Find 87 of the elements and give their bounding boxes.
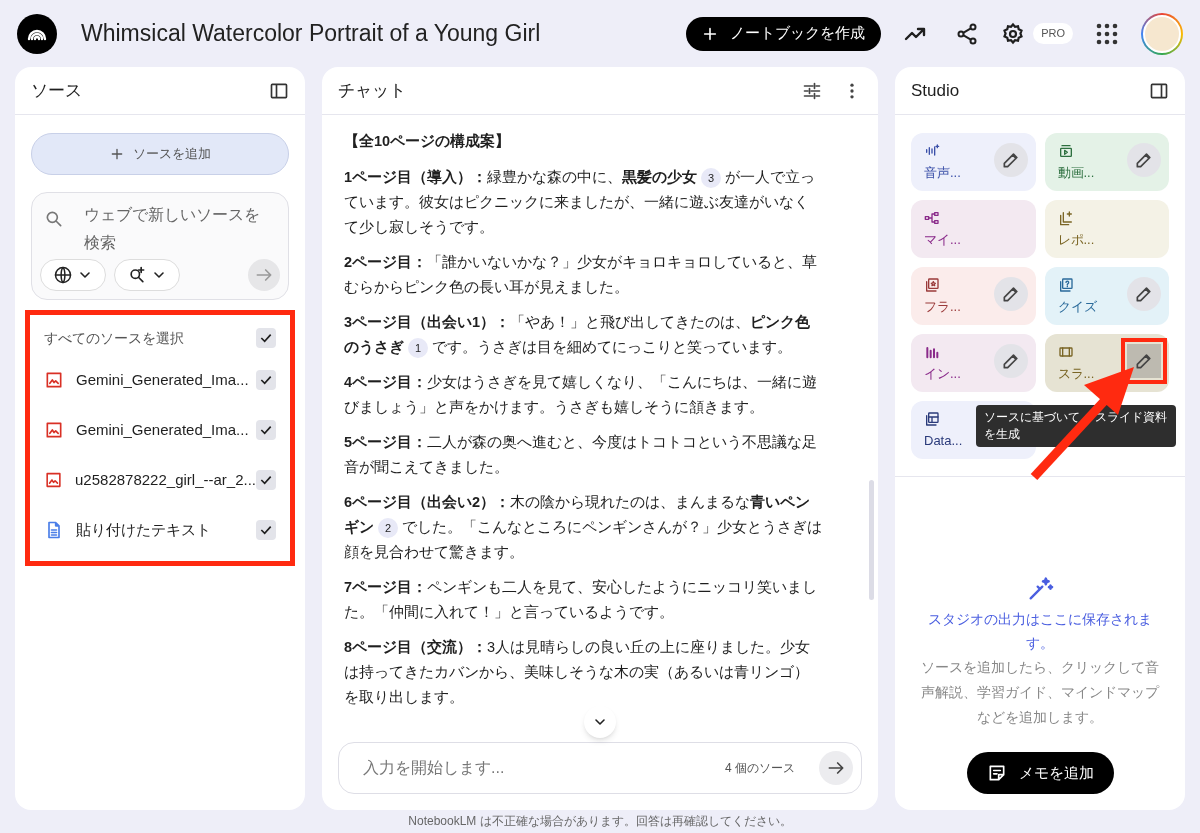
edit-button[interactable] bbox=[1127, 277, 1161, 311]
notebook-title: Whimsical Watercolor Portrait of a Young Girl bbox=[81, 19, 541, 49]
checkbox[interactable] bbox=[256, 370, 276, 390]
tile-label: スラ... bbox=[1057, 365, 1095, 383]
edit-button[interactable] bbox=[993, 143, 1028, 177]
chat-input[interactable]: 入力を開始します... bbox=[363, 756, 725, 780]
panel-title: チャット bbox=[338, 79, 406, 102]
empty-state-text: ソースを追加したら、クリックして音声解説、学習ガイド、マインドマップなどを追加します。 bbox=[920, 658, 1161, 727]
chat-paragraph: 3ページ目（出会い1）：「やあ！」と飛び出してきたのは、ピンク色のうさぎ 1 です。うさぎは目を細めてにっこりと笑っています。 bbox=[344, 310, 822, 360]
tile-label: クイズ bbox=[1057, 298, 1097, 316]
search-placeholder: ウェブで新しいソースを検索 bbox=[83, 205, 261, 253]
table-icon bbox=[924, 411, 940, 427]
source-name[interactable]: Gemini_Generated_Ima... bbox=[76, 368, 249, 392]
scroll-down-button[interactable] bbox=[584, 706, 616, 738]
pencil-icon bbox=[1134, 284, 1154, 304]
waveform-icon bbox=[924, 143, 940, 159]
avatar[interactable] bbox=[1141, 12, 1183, 55]
source-name[interactable]: Gemini_Generated_Ima... bbox=[76, 418, 249, 442]
add-source-button[interactable]: ソースを追加 bbox=[31, 133, 289, 175]
source-count: 4 個のソース bbox=[725, 760, 795, 777]
globe-icon bbox=[53, 265, 73, 285]
studio-tile[interactable]: スラ... bbox=[1044, 334, 1169, 392]
logo-icon[interactable] bbox=[17, 13, 57, 54]
pencil-icon bbox=[1134, 150, 1154, 170]
edit-button[interactable] bbox=[993, 277, 1028, 311]
bar-chart-icon bbox=[924, 344, 940, 360]
studio-tile[interactable]: レポ... bbox=[1044, 200, 1169, 258]
search-icon bbox=[44, 209, 64, 229]
add-note-button[interactable]: メモを追加 bbox=[966, 752, 1114, 794]
tile-label: 音声... bbox=[924, 164, 961, 182]
send-button[interactable] bbox=[819, 751, 853, 785]
apps-icon[interactable] bbox=[1095, 21, 1119, 46]
tile-label: 動画... bbox=[1057, 164, 1095, 182]
chat-paragraph: 5ページ目：二人が森の奥へ進むと、今度はトコトコという不思議な足音が聞こえてきました。 bbox=[344, 433, 819, 477]
disclaimer-text: NotebookLM は不正確な場合があります。回答は再確認してください。 bbox=[407, 813, 793, 830]
chat-paragraph: 4ページ目：少女はうさぎを見て嬉しくなり、「こんにちは、一緒に遊びましょう」と声をかけます。うさぎも嬉しそうに頷きます。 bbox=[344, 373, 819, 417]
slides-icon bbox=[1057, 344, 1074, 360]
tune-icon[interactable] bbox=[802, 80, 822, 101]
checkbox[interactable] bbox=[256, 520, 276, 540]
chat-paragraph: 8ページ目（交流）：3人は見晴らしの良い丘の上に座りました。少女は持ってきたカバンから、美味しそうな木の実（あるいは青リンゴ）を取り出します。 bbox=[344, 638, 812, 707]
tile-label: マイ... bbox=[924, 231, 961, 249]
empty-state-title: スタジオの出力はここに保存されます。 bbox=[927, 610, 1153, 653]
chat-paragraph: 1ページ目（導入）：緑豊かな森の中に、黒髪の少女 3 が一人で立っています。彼女はピクニックに来ましたが、一緒に遊ぶ友達がいなくて少し寂しそうです。 bbox=[344, 167, 817, 237]
pencil-icon bbox=[1134, 351, 1154, 371]
report-icon bbox=[1057, 210, 1074, 226]
pro-badge: PRO bbox=[1033, 23, 1073, 44]
image-icon bbox=[44, 470, 64, 490]
create-notebook-button[interactable]: ノートブックを作成 bbox=[686, 16, 882, 51]
tile-label: レポ... bbox=[1057, 231, 1095, 249]
studio-tile[interactable]: 動画... bbox=[1044, 133, 1169, 191]
checkbox[interactable] bbox=[256, 328, 276, 348]
studio-tile[interactable]: マイ... bbox=[911, 200, 1036, 258]
settings-icon[interactable] bbox=[1001, 21, 1026, 46]
mindmap-icon bbox=[924, 210, 940, 226]
chat-paragraph: 6ページ目（出会い2）：木の陰から現れたのは、まんまるな青いペンギン 2 でした。「こんなところにペンギンさんが？」少女とうさぎは顔を見合わせて驚きます。 bbox=[344, 493, 822, 562]
panel-title: ソース bbox=[31, 79, 82, 102]
chat-paragraph: 2ページ目：「誰かいないかな？」少女がキョロキョロしていると、草むらからピンク色の長い耳が見えました。 bbox=[344, 253, 819, 297]
source-name[interactable]: 貼り付けたテキスト bbox=[76, 518, 211, 542]
edit-button[interactable] bbox=[1127, 143, 1161, 177]
tile-label: イン... bbox=[924, 365, 961, 383]
studio-tile[interactable]: クイズ bbox=[1044, 267, 1169, 325]
sparkle-search-icon bbox=[127, 265, 147, 285]
research-dropdown[interactable] bbox=[114, 259, 180, 291]
chat-paragraph: 7ページ目：ペンギンも二人を見て、安心したようにニッコリ笑いました。「仲間に入れて！」と言っているようです。 bbox=[344, 578, 819, 622]
checkbox[interactable] bbox=[256, 470, 276, 490]
quiz-icon bbox=[1057, 277, 1074, 293]
plus-icon bbox=[702, 25, 719, 42]
select-all-label: すべてのソースを選択 bbox=[44, 328, 184, 348]
flashcard-icon bbox=[924, 277, 940, 293]
source-name[interactable]: u2582878222_girl_--ar_2... bbox=[75, 468, 256, 492]
edit-button[interactable] bbox=[993, 344, 1028, 378]
panel-title: Studio bbox=[911, 79, 960, 102]
web-search-box[interactable]: ウェブで新しいソースを検索 bbox=[31, 192, 289, 300]
web-dropdown[interactable] bbox=[40, 259, 106, 291]
image-icon bbox=[44, 370, 64, 390]
studio-tile[interactable]: フラ... bbox=[911, 267, 1036, 325]
tile-label: フラ... bbox=[924, 298, 961, 316]
studio-tile[interactable]: イン... bbox=[911, 334, 1036, 392]
tooltip: ソースに基づいて スライド資料を生成 bbox=[976, 405, 1176, 447]
tile-label: Data... bbox=[924, 432, 963, 450]
image-icon bbox=[44, 420, 64, 440]
checkbox[interactable] bbox=[256, 420, 276, 440]
video-icon bbox=[1057, 143, 1074, 159]
studio-tile[interactable]: 音声... bbox=[911, 133, 1036, 191]
chat-heading: 【全10ページの構成案】 bbox=[344, 132, 512, 151]
chat-input-bar[interactable]: 入力を開始します... 4 個のソース bbox=[338, 742, 862, 794]
plus-icon bbox=[109, 146, 125, 162]
